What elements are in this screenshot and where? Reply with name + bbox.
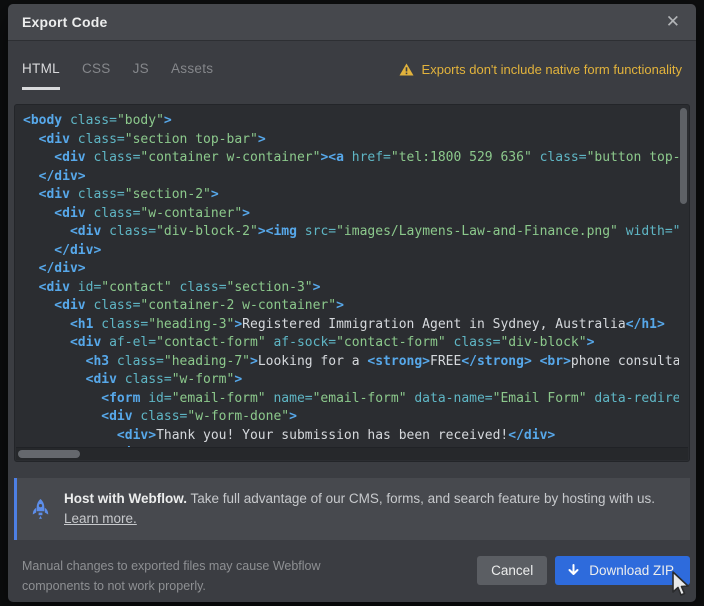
warning-text: Exports don't include native form functi… (422, 62, 682, 77)
footer-note-line1: Manual changes to exported files may cau… (22, 559, 321, 573)
code-line: <div af-el="contact-form" af-sock="conta… (23, 334, 679, 353)
host-with-webflow-banner: Host with Webflow. Take full advantage o… (14, 478, 690, 540)
cancel-button[interactable]: Cancel (477, 556, 547, 585)
tab-row: HTML CSS JS Assets Exports don't include na… (8, 41, 696, 104)
code-line: <div class="w-form-done"> (23, 408, 679, 427)
code-line: </div> (23, 260, 679, 279)
banner-title: Host with Webflow. (64, 491, 187, 506)
code-editor[interactable]: <body class="body"> <div class="section … (14, 104, 690, 462)
download-zip-label: Download ZIP (589, 563, 674, 578)
tab-js[interactable]: JS (133, 61, 149, 90)
learn-more-link[interactable]: Learn more. (64, 511, 137, 526)
code-line: <div class="div-block-2"><img src="image… (23, 223, 679, 242)
tab-bar: HTML CSS JS Assets (22, 61, 213, 90)
footer-buttons: Cancel Download ZIP (477, 556, 690, 585)
code-line: <div class="section-2"> (23, 186, 679, 205)
code-line: <body class="body"> (23, 112, 679, 131)
code-line: <h1 class="heading-3">Registered Immigra… (23, 316, 679, 335)
code-content: <body class="body"> <div class="section … (15, 105, 679, 449)
banner-text: Take full advantage of our CMS, forms, a… (187, 491, 655, 506)
dialog-title: Export Code (22, 14, 107, 30)
code-line: <div class="container-2 w-container"> (23, 297, 679, 316)
banner-copy: Host with Webflow. Take full advantage o… (64, 489, 655, 529)
dialog-footer: Manual changes to exported files may cau… (14, 550, 690, 602)
horizontal-scrollbar[interactable] (16, 447, 688, 460)
code-line: <form id="email-form" name="email-form" … (23, 390, 679, 409)
form-warning: Exports don't include native form functi… (399, 62, 682, 77)
code-line: <div>Thank you! Your submission has been… (23, 427, 679, 446)
code-line: </div> (23, 242, 679, 261)
code-line: <div class="w-container"> (23, 205, 679, 224)
footer-note-line2: components to not work properly. (22, 579, 206, 593)
code-line: <h3 class="heading-7">Looking for a <str… (23, 353, 679, 372)
code-line: <div id="contact" class="section-3"> (23, 279, 679, 298)
tab-css[interactable]: CSS (82, 61, 111, 90)
tab-html[interactable]: HTML (22, 61, 60, 90)
horizontal-scrollbar-thumb[interactable] (18, 450, 80, 458)
code-line: <div class="w-form"> (23, 371, 679, 390)
tab-assets[interactable]: Assets (171, 61, 213, 90)
vertical-scrollbar-thumb[interactable] (680, 108, 687, 204)
warning-icon (399, 63, 414, 76)
rocket-icon (31, 498, 50, 520)
export-code-dialog: Export Code ✕ HTML CSS JS Assets Exports do… (8, 4, 696, 602)
code-line: <div class="section top-bar"> (23, 131, 679, 150)
footer-note: Manual changes to exported files may cau… (22, 556, 321, 596)
download-icon (567, 564, 580, 578)
code-line: </div> (23, 168, 679, 187)
close-icon[interactable]: ✕ (664, 12, 682, 33)
vertical-scrollbar[interactable] (679, 106, 688, 448)
download-zip-button[interactable]: Download ZIP (555, 556, 690, 585)
code-line: <div class="container w-container"><a hr… (23, 149, 679, 168)
dialog-header: Export Code ✕ (8, 4, 696, 41)
